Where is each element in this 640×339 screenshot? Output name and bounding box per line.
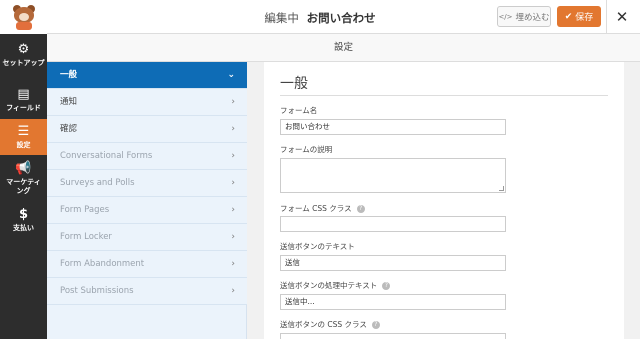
nav-item-label: 支払い <box>13 224 34 232</box>
nav-item-payments[interactable]: $ 支払い <box>0 204 47 240</box>
code-icon: </> <box>498 12 513 21</box>
form-name-title: お問い合わせ <box>306 11 376 25</box>
help-icon[interactable]: ? <box>371 321 380 329</box>
close-icon[interactable]: ✕ <box>612 7 632 27</box>
settings-tab-confirmations[interactable]: 確認 › <box>47 116 247 143</box>
submit-text-label: 送信ボタンのテキスト <box>280 242 355 251</box>
submit-css-input[interactable] <box>280 333 506 339</box>
settings-tab-general[interactable]: 一般 ⌄ <box>47 62 247 89</box>
settings-tab-form-pages[interactable]: Form Pages › <box>47 197 247 224</box>
resize-handle-icon[interactable] <box>499 186 504 191</box>
chevron-right-icon: › <box>231 97 235 107</box>
top-bar: 編集中 お問い合わせ </> 埋め込む ✔ 保存 ✕ <box>0 0 640 34</box>
help-icon[interactable]: ? <box>382 282 391 290</box>
general-settings-panel: 一般 フォーム名 お問い合わせ フォームの説明 フォーム CSS クラス? 送信… <box>264 62 624 339</box>
chevron-right-icon: › <box>231 124 235 134</box>
settings-tab-label: 一般 <box>60 70 78 80</box>
form-css-label-text: フォーム CSS クラス <box>280 204 352 213</box>
nav-item-settings[interactable]: ☰ 設定 <box>0 119 47 155</box>
chevron-right-icon: › <box>231 178 235 188</box>
gear-icon: ⚙ <box>17 42 30 57</box>
settings-sidebar: 一般 ⌄ 通知 › 確認 › Conversational Forms › Su… <box>47 62 247 339</box>
submit-text-input[interactable]: 送信 <box>280 255 506 271</box>
form-css-label: フォーム CSS クラス? <box>280 203 365 214</box>
processing-text-label: 送信ボタンの処理中テキスト? <box>280 280 391 291</box>
save-button-label: 保存 <box>575 13 594 23</box>
settings-tab-label: Form Pages <box>60 205 110 215</box>
embed-button-label: 埋め込む <box>515 12 550 23</box>
fields-icon: ▤ <box>17 87 30 102</box>
chevron-right-icon: › <box>231 205 235 215</box>
chevron-right-icon: › <box>231 232 235 242</box>
settings-tab-notifications[interactable]: 通知 › <box>47 89 247 116</box>
submit-css-label-text: 送信ボタンの CSS クラス <box>280 320 367 329</box>
check-icon: ✔ <box>564 11 573 22</box>
divider <box>606 0 607 34</box>
chevron-right-icon: › <box>231 259 235 269</box>
processing-text-input[interactable]: 送信中... <box>280 294 506 310</box>
scrollbar-track[interactable] <box>624 62 640 339</box>
dollar-icon: $ <box>18 207 29 222</box>
nav-item-marketing[interactable]: 📢 マーケティング <box>0 158 47 200</box>
form-description-label: フォームの説明 <box>280 145 333 154</box>
section-header: 設定 <box>47 34 640 62</box>
settings-tab-label: Post Submissions <box>60 286 134 296</box>
settings-tab-form-locker[interactable]: Form Locker › <box>47 224 247 251</box>
chevron-down-icon: ⌄ <box>227 70 235 80</box>
builder-left-nav: ⚙ セットアップ ▤ フィールド ☰ 設定 📢 マーケティング $ 支払い <box>0 34 47 339</box>
megaphone-icon: 📢 <box>15 161 32 176</box>
nav-item-label: マーケティング <box>6 178 41 195</box>
settings-tab-label: 確認 <box>60 124 78 134</box>
settings-tab-label: Conversational Forms <box>60 151 153 161</box>
nav-item-label: 設定 <box>16 141 31 149</box>
nav-item-label: フィールド <box>6 104 41 112</box>
nav-item-label: セットアップ <box>2 59 45 67</box>
settings-tab-form-abandonment[interactable]: Form Abandonment › <box>47 251 247 278</box>
form-name-label: フォーム名 <box>280 106 318 115</box>
save-button[interactable]: ✔ 保存 <box>557 6 601 27</box>
chevron-right-icon: › <box>231 286 235 296</box>
settings-tab-label: Surveys and Polls <box>60 178 135 188</box>
nav-item-setup[interactable]: ⚙ セットアップ <box>0 39 47 79</box>
settings-tab-label: Form Locker <box>60 232 112 242</box>
submit-css-label: 送信ボタンの CSS クラス? <box>280 319 380 330</box>
help-icon[interactable]: ? <box>356 205 365 213</box>
nav-item-fields[interactable]: ▤ フィールド <box>0 82 47 116</box>
editing-label: 編集中 <box>264 11 299 25</box>
settings-tab-surveys-polls[interactable]: Surveys and Polls › <box>47 170 247 197</box>
settings-tab-label: Form Abandonment <box>60 259 145 269</box>
panel-title: 一般 <box>280 76 308 92</box>
chevron-right-icon: › <box>231 151 235 161</box>
sliders-icon: ☰ <box>17 124 30 139</box>
settings-tab-post-submissions[interactable]: Post Submissions › <box>47 278 247 305</box>
settings-tab-label: 通知 <box>60 97 78 107</box>
embed-button[interactable]: </> 埋め込む <box>497 6 551 27</box>
gutter <box>248 62 264 339</box>
settings-tab-conversational-forms[interactable]: Conversational Forms › <box>47 143 247 170</box>
form-name-input[interactable]: お問い合わせ <box>280 119 506 135</box>
form-description-textarea[interactable] <box>280 158 506 193</box>
form-css-input[interactable] <box>280 216 506 232</box>
processing-text-label-text: 送信ボタンの処理中テキスト <box>280 281 378 290</box>
divider <box>280 95 608 96</box>
